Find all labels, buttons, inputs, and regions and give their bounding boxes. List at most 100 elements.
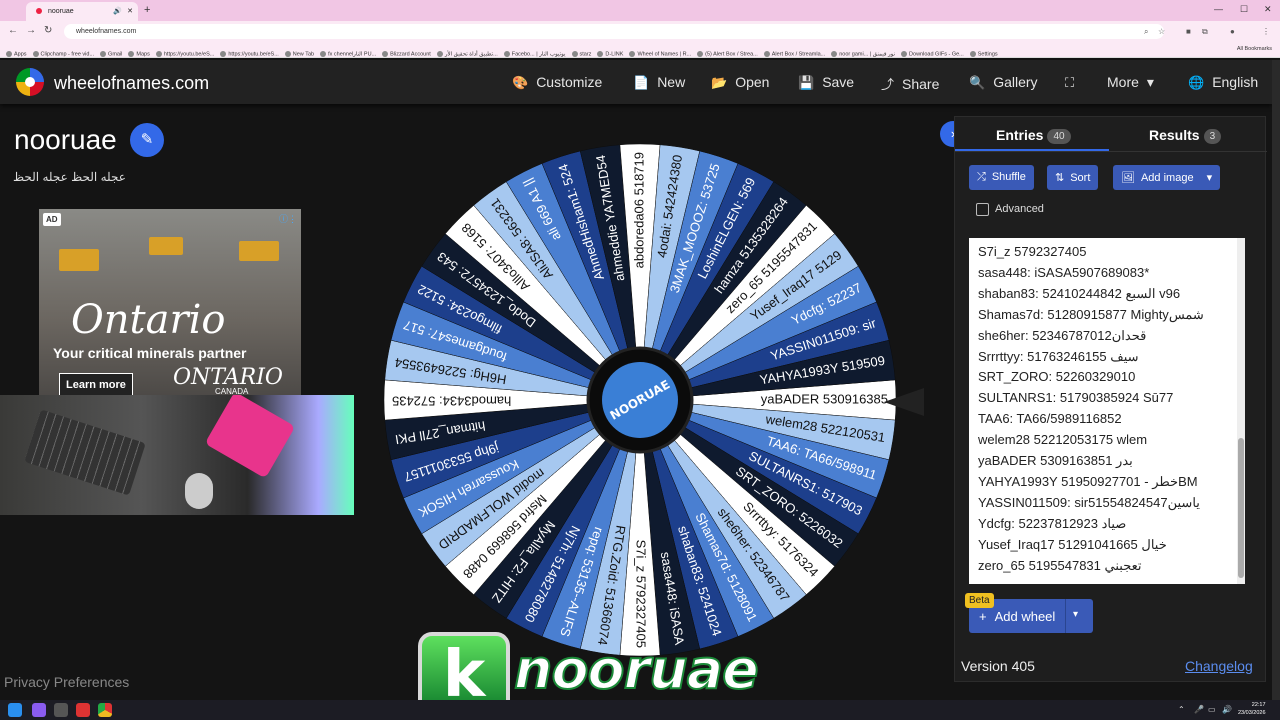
minimize-icon[interactable]: — [1214, 4, 1223, 14]
tab-entries[interactable]: Entries 40 [996, 127, 1071, 144]
bookmark-favicon-icon [901, 50, 908, 57]
site-name[interactable]: wheelofnames.com [54, 73, 209, 94]
tab-divider [955, 151, 1267, 152]
tab-results[interactable]: Results 3 [1149, 127, 1222, 144]
microphone-icon[interactable]: 🎤 [1194, 705, 1204, 714]
profile-icon[interactable]: ● [1230, 27, 1235, 36]
entry-line: YASSIN011509: sir51554824547ياسين [978, 494, 1200, 510]
bookmark-item[interactable]: Alert Box / Streamla... [763, 50, 825, 57]
bookmark-label: Clipchamp - free vid... [40, 51, 95, 57]
nav-save-button[interactable]: 💾 Save [798, 74, 854, 91]
forward-icon[interactable]: → [26, 25, 36, 36]
bookmark-favicon-icon [597, 50, 604, 57]
save-icon: 💾 [798, 75, 815, 90]
bookmark-item[interactable]: Maps [128, 50, 150, 57]
new-tab-button[interactable]: + [144, 4, 150, 16]
nav-gallery-button[interactable]: 🔍 Gallery [969, 74, 1038, 91]
nav-open-button[interactable]: 📂 Open [711, 74, 769, 91]
sort-button[interactable]: ⇅ Sort [1047, 165, 1099, 190]
zoom-icon[interactable]: ⌕ [1144, 27, 1148, 37]
network-icon[interactable]: ▭ [1208, 705, 1216, 714]
nav-share-button[interactable]: ⤴ Share [881, 74, 939, 93]
entries-scrollbar[interactable] [1237, 238, 1245, 584]
app-icon[interactable] [54, 703, 68, 717]
share-icon: ⤴ [881, 77, 895, 92]
nav-new-button[interactable]: 📄 New [633, 74, 685, 91]
nav-more-button[interactable]: More ▾ [1107, 74, 1154, 91]
chevron-down-icon[interactable]: ▾ [1073, 609, 1078, 620]
wheel-logo-icon[interactable] [16, 68, 44, 96]
button-separator [1065, 599, 1066, 633]
changelog-link[interactable]: Changelog [1185, 658, 1253, 674]
folder-icon: 📂 [711, 75, 728, 90]
volume-icon[interactable]: 🔊 [1222, 705, 1232, 714]
back-icon[interactable]: ← [8, 25, 18, 36]
tray-chevron-icon[interactable]: ⌃ [1178, 705, 1185, 714]
advanced-label: Advanced [995, 203, 1044, 215]
reload-icon[interactable]: ↻ [44, 25, 52, 36]
bookmark-favicon-icon [382, 50, 389, 57]
browser-menu-icon[interactable]: ⋮ [1262, 27, 1270, 36]
bookmark-item[interactable]: https://youtu.be/eS... [220, 50, 279, 57]
entries-scrollbar-thumb[interactable] [1238, 438, 1244, 578]
bookmark-item[interactable]: noor gami... | نور قيمنق [831, 50, 895, 57]
entry-line: welem28 52212053175 wlem [978, 432, 1148, 448]
window-close-icon[interactable]: ✕ [1264, 4, 1272, 15]
chrome-icon[interactable] [98, 703, 112, 717]
browser-tab-strip: nooruae 🔊 ✕ + — ☐ ✕ [0, 0, 1280, 21]
nav-label: Share [902, 76, 940, 92]
shuffle-icon: ⤮ [977, 171, 986, 183]
browser-tab[interactable]: nooruae 🔊 ✕ [26, 2, 138, 21]
bookmark-item[interactable]: Wheel of Names | R... [629, 50, 691, 57]
advertisement[interactable]: AD ⓘ⋮ Ontario Your critical minerals par… [39, 209, 301, 395]
bookmark-item[interactable]: Clipchamp - free vid... [32, 50, 95, 57]
entries-count-badge: 40 [1047, 128, 1071, 144]
all-bookmarks[interactable]: All Bookmarks [1237, 46, 1272, 52]
bookmark-item[interactable]: D-LINK [597, 50, 623, 57]
extension-icon[interactable]: ■ [1186, 27, 1191, 36]
spin-wheel[interactable]: yaBADER 530916385 welem28 522120531 TAA6: … [380, 140, 900, 660]
bookmark-label: تطبيق أداة تحقيق الأر... [444, 51, 498, 57]
bookmark-label: Facebo... | يوتيوب النار [511, 51, 566, 57]
bookmark-item[interactable]: starz [571, 50, 591, 57]
privacy-preferences-link[interactable]: Privacy Preferences [4, 674, 129, 690]
ad-info-icon[interactable]: ⓘ⋮ [279, 212, 297, 225]
app-icon[interactable] [32, 703, 46, 717]
entry-line: sasa448: iSASA5907689083* [978, 264, 1150, 280]
tab-audio-icon[interactable]: 🔊 [113, 7, 122, 15]
advanced-checkbox[interactable] [976, 203, 989, 216]
shuffle-button[interactable]: ⤮ Shuffle [969, 165, 1034, 190]
ad-learn-more-button[interactable]: Learn more [59, 373, 133, 395]
maximize-icon[interactable]: ☐ [1240, 4, 1248, 15]
bookmark-label: Maps [136, 51, 150, 57]
nav-fullscreen-button[interactable]: ⛶ [1065, 74, 1082, 91]
bookmark-star-icon[interactable]: ☆ [1158, 27, 1165, 36]
page-scrollbar[interactable] [1272, 60, 1280, 700]
app-icon[interactable] [76, 703, 90, 717]
edit-title-button[interactable]: ✎ [130, 123, 164, 157]
add-image-button[interactable]: 🖼 Add image ▾ [1113, 165, 1221, 190]
nav-customize-button[interactable]: 🎨 Customize [512, 74, 602, 91]
start-icon[interactable] [8, 703, 22, 717]
url-field[interactable]: wheelofnames.com [64, 24, 1164, 39]
bookmark-favicon-icon [220, 50, 227, 57]
bookmark-item[interactable]: Settings [969, 50, 998, 57]
webcam-overlay [0, 395, 354, 515]
bookmark-label: Blizzard Account [390, 51, 431, 57]
entries-textarea[interactable]: S7i_z 5792327405 sasa448: iSASA5907689083… [969, 238, 1245, 584]
bookmark-item[interactable]: Apps [6, 50, 27, 57]
bookmark-item[interactable]: fx chennelالنار PU... [320, 50, 376, 57]
image-icon: 🖼 [1121, 172, 1135, 184]
bookmark-item[interactable]: (5) Alert Box / Strea... [697, 50, 758, 57]
bookmark-item[interactable]: Blizzard Account [382, 50, 431, 57]
taskbar-clock[interactable]: 22:17 23/03/2026 [1238, 701, 1266, 717]
bookmark-item[interactable]: https://youtu.be/eS... [155, 50, 214, 57]
tab-close-icon[interactable]: ✕ [127, 7, 133, 15]
bookmark-item[interactable]: Download GIFs - Ge... [901, 50, 964, 57]
bookmark-item[interactable]: New Tab [284, 50, 314, 57]
bookmark-item[interactable]: تطبيق أداة تحقيق الأر... [436, 50, 498, 57]
bookmark-item[interactable]: Gmail [100, 50, 122, 57]
nav-english-button[interactable]: 🌐 English [1188, 74, 1258, 91]
extensions-puzzle-icon[interactable]: ⧉ [1202, 27, 1208, 37]
bookmark-item[interactable]: Facebo... | يوتيوب النار [503, 50, 566, 57]
